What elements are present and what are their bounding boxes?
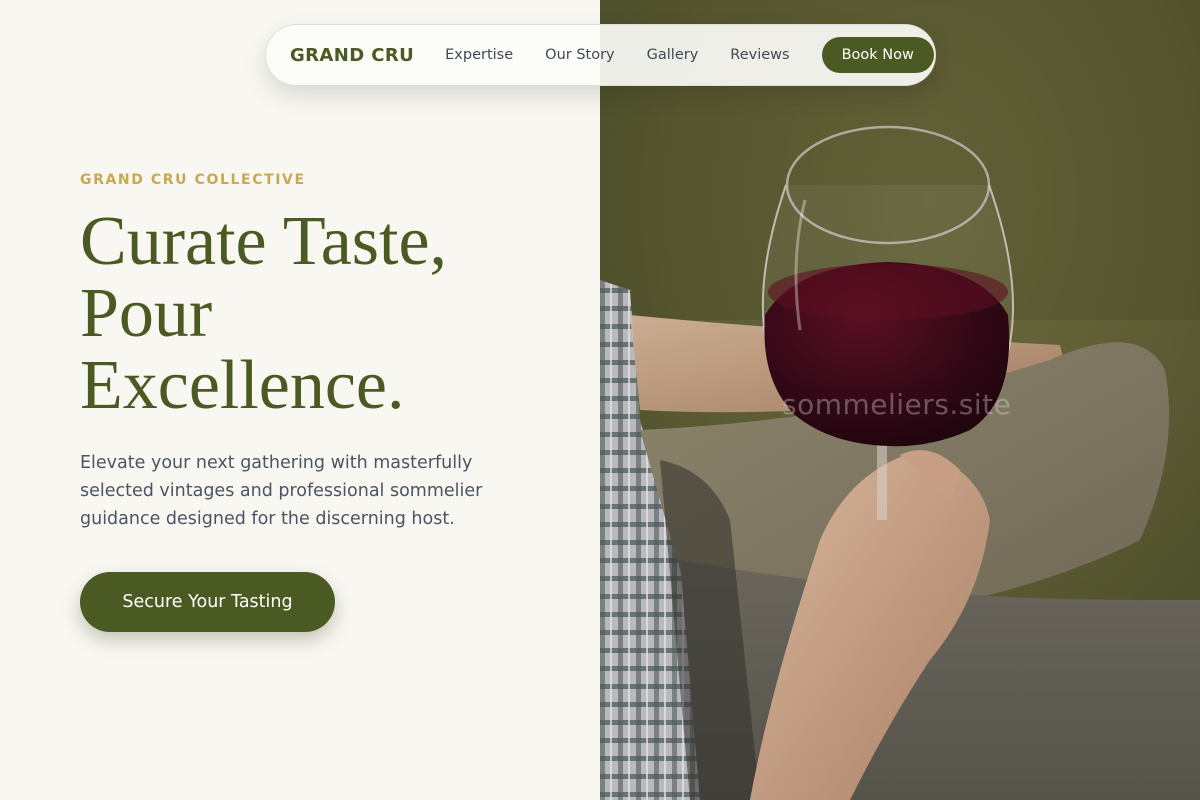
top-navigation: GRAND CRU Expertise Our Story Gallery Re… xyxy=(265,24,936,86)
nav-link-expertise[interactable]: Expertise xyxy=(445,47,513,63)
headline-line-1: Curate Taste, xyxy=(80,203,448,280)
nav-link-our-story[interactable]: Our Story xyxy=(545,47,614,63)
watermark-text: sommeliers.site xyxy=(782,388,1012,421)
hero-lead-text: Elevate your next gathering with masterf… xyxy=(80,453,483,529)
nav-link-gallery[interactable]: Gallery xyxy=(647,47,699,63)
hero-eyebrow: GRAND CRU COLLECTIVE xyxy=(80,172,306,188)
secure-tasting-button[interactable]: Secure Your Tasting xyxy=(80,572,335,632)
hero-headline: Curate Taste, Pour Excellence. xyxy=(80,206,550,422)
book-now-button[interactable]: Book Now xyxy=(821,37,934,73)
nav-link-reviews[interactable]: Reviews xyxy=(730,47,789,63)
hero-section: GRAND CRU COLLECTIVE Curate Taste, Pour … xyxy=(0,0,600,800)
headline-line-3: Excellence. xyxy=(80,347,405,424)
brand-logo[interactable]: GRAND CRU xyxy=(290,45,414,66)
headline-line-2: Pour xyxy=(80,275,213,352)
